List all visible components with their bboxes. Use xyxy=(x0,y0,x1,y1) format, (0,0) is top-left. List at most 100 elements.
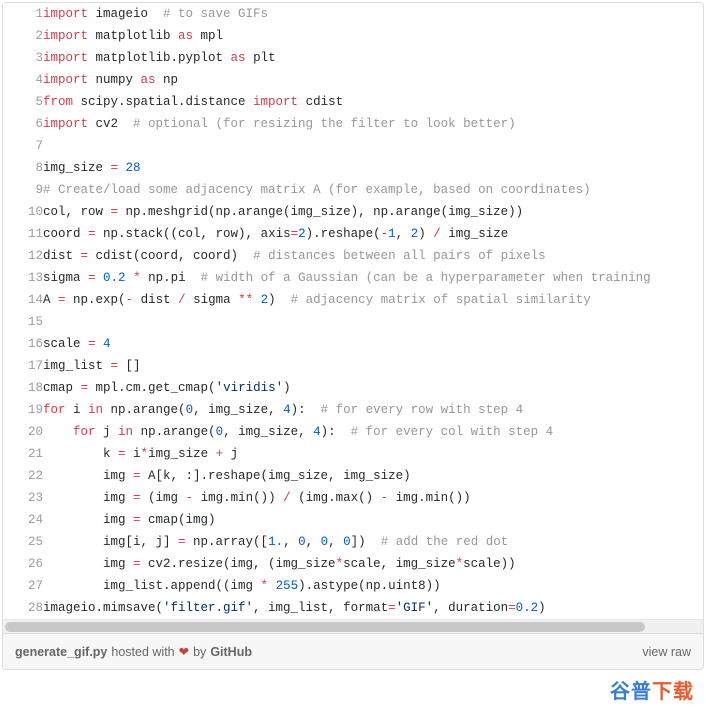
token-cm: # width of a Gaussian (can be a hyperpar… xyxy=(201,271,651,285)
token-pl: cdist(coord, coord) xyxy=(88,249,253,263)
token-op: - xyxy=(126,293,134,307)
line-number[interactable]: 2 xyxy=(3,25,43,47)
token-pl: np xyxy=(156,73,179,87)
line-number[interactable]: 26 xyxy=(3,553,43,575)
code-line: 25 img[i, j] = np.array([1., 0, 0, 0]) #… xyxy=(3,531,703,553)
line-content[interactable]: # Create/load some adjacency matrix A (f… xyxy=(43,179,703,201)
line-number[interactable]: 17 xyxy=(3,355,43,377)
line-content[interactable]: for i in np.arange(0, img_size, 4): # fo… xyxy=(43,399,703,421)
code-line: 16scale = 4 xyxy=(3,333,703,355)
line-content[interactable] xyxy=(43,135,703,157)
line-content[interactable]: scale = 4 xyxy=(43,333,703,355)
line-content[interactable]: img[i, j] = np.array([1., 0, 0, 0]) # ad… xyxy=(43,531,703,553)
line-content[interactable]: k = i*img_size + j xyxy=(43,443,703,465)
token-pl: (img.max() xyxy=(291,491,381,505)
line-number[interactable]: 13 xyxy=(3,267,43,289)
code-line: 21 k = i*img_size + j xyxy=(3,443,703,465)
token-op: = xyxy=(291,227,299,241)
scrollbar-thumb[interactable] xyxy=(5,622,645,632)
token-kw: as xyxy=(231,51,246,65)
line-content[interactable]: import matplotlib.pyplot as plt xyxy=(43,47,703,69)
code-scroll-area[interactable]: 1import imageio # to save GIFs2import ma… xyxy=(3,3,703,619)
line-content[interactable]: img_list.append((img * 255).astype(np.ui… xyxy=(43,575,703,597)
token-op: * xyxy=(336,557,344,571)
line-content[interactable]: imageio.mimsave('filter.gif', img_list, … xyxy=(43,597,703,619)
line-content[interactable]: sigma = 0.2 * np.pi # width of a Gaussia… xyxy=(43,267,703,289)
token-op: = xyxy=(58,293,66,307)
line-number[interactable]: 11 xyxy=(3,223,43,245)
line-number[interactable]: 12 xyxy=(3,245,43,267)
code-line: 27 img_list.append((img * 255).astype(np… xyxy=(3,575,703,597)
token-n: 1. xyxy=(268,535,283,549)
line-content[interactable]: img_list = [] xyxy=(43,355,703,377)
view-raw-link[interactable]: view raw xyxy=(642,645,691,659)
line-content[interactable]: A = np.exp(- dist / sigma ** 2) # adjace… xyxy=(43,289,703,311)
line-content[interactable]: import cv2 # optional (for resizing the … xyxy=(43,113,703,135)
code-line: 24 img = cmap(img) xyxy=(3,509,703,531)
filename-link[interactable]: generate_gif.py xyxy=(15,645,107,659)
line-content[interactable]: coord = np.stack((col, row), axis=2).res… xyxy=(43,223,703,245)
line-number[interactable]: 9 xyxy=(3,179,43,201)
line-number[interactable]: 4 xyxy=(3,69,43,91)
token-op: = xyxy=(118,447,126,461)
line-content[interactable]: img = cmap(img) xyxy=(43,509,703,531)
line-number[interactable]: 3 xyxy=(3,47,43,69)
line-number[interactable]: 25 xyxy=(3,531,43,553)
token-pl: img_list xyxy=(43,359,111,373)
token-kw: import xyxy=(43,73,88,87)
line-number[interactable]: 10 xyxy=(3,201,43,223)
line-content[interactable]: img = (img - img.min()) / (img.max() - i… xyxy=(43,487,703,509)
line-content[interactable]: dist = cdist(coord, coord) # distances b… xyxy=(43,245,703,267)
token-n: 0 xyxy=(216,425,224,439)
line-number[interactable]: 6 xyxy=(3,113,43,135)
gist-container: 1import imageio # to save GIFs2import ma… xyxy=(2,2,704,670)
token-op: = xyxy=(111,359,119,373)
line-number[interactable]: 22 xyxy=(3,465,43,487)
line-number[interactable]: 21 xyxy=(3,443,43,465)
line-content[interactable]: from scipy.spatial.distance import cdist xyxy=(43,91,703,113)
line-content[interactable]: img = cv2.resize(img, (img_size*scale, i… xyxy=(43,553,703,575)
line-content[interactable] xyxy=(43,311,703,333)
code-line: 14A = np.exp(- dist / sigma ** 2) # adja… xyxy=(3,289,703,311)
token-pl: [] xyxy=(118,359,141,373)
token-pl: img xyxy=(43,491,133,505)
line-number[interactable]: 15 xyxy=(3,311,43,333)
github-link[interactable]: GitHub xyxy=(210,645,252,659)
token-cm: # adjacency matrix of spatial similarity xyxy=(291,293,591,307)
token-pl: , img_size, xyxy=(223,425,313,439)
line-content[interactable]: cmap = mpl.cm.get_cmap('viridis') xyxy=(43,377,703,399)
token-op: = xyxy=(111,205,119,219)
line-number[interactable]: 8 xyxy=(3,157,43,179)
line-content[interactable]: img = A[k, :].reshape(img_size, img_size… xyxy=(43,465,703,487)
line-content[interactable]: import matplotlib as mpl xyxy=(43,25,703,47)
line-number[interactable]: 7 xyxy=(3,135,43,157)
line-number[interactable]: 24 xyxy=(3,509,43,531)
code-line: 3import matplotlib.pyplot as plt xyxy=(3,47,703,69)
line-content[interactable]: col, row = np.meshgrid(np.arange(img_siz… xyxy=(43,201,703,223)
code-line: 12dist = cdist(coord, coord) # distances… xyxy=(3,245,703,267)
line-number[interactable]: 27 xyxy=(3,575,43,597)
token-op: = xyxy=(88,337,96,351)
token-pl xyxy=(96,337,104,351)
line-content[interactable]: for j in np.arange(0, img_size, 4): # fo… xyxy=(43,421,703,443)
token-pl: cmap xyxy=(43,381,81,395)
line-content[interactable]: img_size = 28 xyxy=(43,157,703,179)
token-op: / xyxy=(283,491,291,505)
code-line: 26 img = cv2.resize(img, (img_size*scale… xyxy=(3,553,703,575)
line-number[interactable]: 16 xyxy=(3,333,43,355)
line-number[interactable]: 14 xyxy=(3,289,43,311)
line-number[interactable]: 5 xyxy=(3,91,43,113)
line-number[interactable]: 18 xyxy=(3,377,43,399)
line-number[interactable]: 23 xyxy=(3,487,43,509)
line-content[interactable]: import imageio # to save GIFs xyxy=(43,3,703,25)
line-number[interactable]: 19 xyxy=(3,399,43,421)
horizontal-scrollbar[interactable] xyxy=(3,619,703,633)
line-number[interactable]: 1 xyxy=(3,3,43,25)
line-number[interactable]: 20 xyxy=(3,421,43,443)
token-pl: cv2.resize(img, (img_size xyxy=(141,557,336,571)
token-pl: img xyxy=(43,469,133,483)
token-s: 'filter.gif' xyxy=(163,601,253,615)
line-number[interactable]: 28 xyxy=(3,597,43,619)
line-content[interactable]: import numpy as np xyxy=(43,69,703,91)
token-pl: coord xyxy=(43,227,88,241)
